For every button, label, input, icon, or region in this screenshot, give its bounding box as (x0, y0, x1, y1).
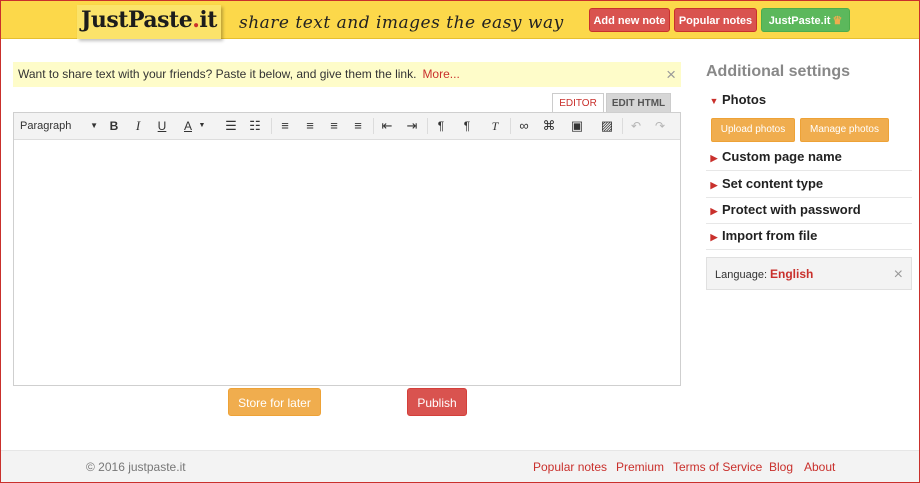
toolbar-divider (427, 118, 428, 134)
toolbar-divider (271, 118, 272, 134)
popular-notes-button[interactable]: Popular notes (674, 8, 757, 32)
section-photos-label: Photos (722, 92, 767, 107)
format-select[interactable]: Paragraph ▼ (20, 116, 98, 136)
redo-icon[interactable]: ↷ (649, 116, 671, 136)
footer-link-popular-notes[interactable]: Popular notes (533, 451, 607, 483)
info-text: Want to share text with your friends? Pa… (18, 67, 417, 81)
crown-icon: ♛ (832, 15, 843, 27)
section-custom-page-name[interactable]: ▶ Custom page name (706, 145, 912, 171)
clear-format-icon[interactable]: T (484, 116, 506, 136)
language-label: Language: (715, 269, 767, 281)
section-import-from-file-label: Import from file (722, 228, 818, 243)
link-icon[interactable]: ∞ (513, 116, 535, 136)
section-photos[interactable]: ▼ Photos (706, 88, 912, 114)
footer-link-about[interactable]: About (804, 451, 835, 483)
add-new-note-button[interactable]: Add new note (589, 8, 670, 32)
close-icon[interactable]: × (666, 62, 676, 87)
align-center-icon[interactable]: ≡ (299, 116, 321, 136)
rtl-paragraph-icon[interactable]: ¶ (456, 116, 478, 136)
format-select-value: Paragraph (20, 120, 72, 132)
section-import-from-file[interactable]: ▶ Import from file (706, 224, 912, 250)
arrow-right-icon: ▶ (710, 206, 718, 216)
copyright: © 2016 justpaste.it (86, 460, 186, 474)
justpaste-premium-button[interactable]: JustPaste.it ♛ (761, 8, 850, 32)
language-value[interactable]: English (770, 267, 813, 281)
tab-edit-html[interactable]: EDIT HTML (606, 93, 671, 112)
logo-main: JustPaste (81, 7, 193, 33)
close-icon[interactable]: × (894, 258, 903, 291)
language-selector: Language: English × (706, 257, 912, 290)
toolbar-divider (510, 118, 511, 134)
numbered-list-icon[interactable]: ☷ (244, 116, 266, 136)
header-bar: JustPaste.it share text and images the e… (1, 1, 919, 39)
align-justify-icon[interactable]: ≡ (347, 116, 369, 136)
ltr-paragraph-icon[interactable]: ¶ (430, 116, 452, 136)
toolbar-divider (622, 118, 623, 134)
unlink-icon[interactable]: ⌘ (538, 116, 560, 136)
arrow-down-icon: ▼ (709, 96, 719, 106)
more-link[interactable]: More... (422, 67, 459, 81)
align-right-icon[interactable]: ≡ (323, 116, 345, 136)
footer-link-terms[interactable]: Terms of Service (673, 451, 762, 483)
editor-toolbar: Paragraph ▼ B I U A ▼ ☰ ☷ ≡ ≡ ≡ ≡ ⇤ ⇥ ¶ ¶… (14, 113, 680, 140)
bold-icon[interactable]: B (103, 116, 125, 136)
rich-text-editor: Paragraph ▼ B I U A ▼ ☰ ☷ ≡ ≡ ≡ ≡ ⇤ ⇥ ¶ ¶… (13, 112, 681, 386)
manage-photos-button[interactable]: Manage photos (800, 118, 889, 142)
footer-link-blog[interactable]: Blog (769, 451, 793, 483)
underline-icon[interactable]: U (151, 116, 173, 136)
italic-icon[interactable]: I (127, 116, 149, 136)
additional-settings-title: Additional settings (706, 63, 850, 80)
editor-content-area[interactable] (14, 140, 680, 385)
publish-button[interactable]: Publish (407, 388, 467, 416)
upload-photos-button[interactable]: Upload photos (711, 118, 795, 142)
align-left-icon[interactable]: ≡ (274, 116, 296, 136)
paste-icon[interactable]: ▣ (566, 116, 588, 136)
bullet-list-icon[interactable]: ☰ (220, 116, 242, 136)
logo-tld: it (199, 7, 217, 33)
tagline: share text and images the easy way (239, 13, 564, 33)
tab-editor[interactable]: EDITOR (552, 93, 604, 112)
text-color-caret-icon[interactable]: ▼ (196, 116, 208, 136)
arrow-right-icon: ▶ (710, 180, 718, 190)
section-protect-with-password-label: Protect with password (722, 202, 861, 217)
outdent-icon[interactable]: ⇤ (376, 116, 398, 136)
section-custom-page-name-label: Custom page name (722, 149, 842, 164)
indent-icon[interactable]: ⇥ (401, 116, 423, 136)
info-bar: Want to share text with your friends? Pa… (13, 62, 681, 87)
section-set-content-type[interactable]: ▶ Set content type (706, 172, 912, 198)
image-icon[interactable]: ▨ (596, 116, 618, 136)
caret-down-icon: ▼ (90, 121, 98, 130)
justpaste-premium-label: JustPaste.it (768, 15, 831, 27)
section-protect-with-password[interactable]: ▶ Protect with password (706, 198, 912, 224)
toolbar-divider (373, 118, 374, 134)
section-set-content-type-label: Set content type (722, 176, 824, 191)
footer-link-premium[interactable]: Premium (616, 451, 664, 483)
arrow-right-icon: ▶ (710, 232, 718, 242)
undo-icon[interactable]: ↶ (625, 116, 647, 136)
footer: © 2016 justpaste.it Popular notes Premiu… (1, 450, 919, 482)
store-for-later-button[interactable]: Store for later (228, 388, 321, 416)
justpaste-logo[interactable]: JustPaste.it (77, 5, 221, 39)
arrow-right-icon: ▶ (710, 153, 718, 163)
